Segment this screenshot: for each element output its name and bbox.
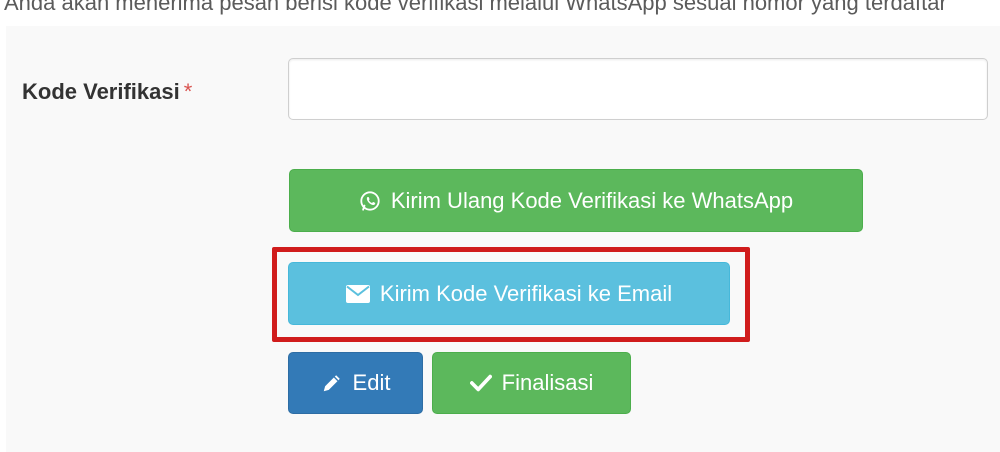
send-email-label: Kirim Kode Verifikasi ke Email bbox=[379, 280, 673, 306]
verification-code-input[interactable] bbox=[288, 58, 988, 120]
finalize-button[interactable]: Finalisasi bbox=[432, 352, 631, 414]
edit-label: Edit bbox=[352, 370, 391, 395]
send-email-button[interactable]: Kirim Kode Verifikasi ke Email bbox=[288, 262, 730, 325]
resend-whatsapp-label: Kirim Ulang Kode Verifikasi ke WhatsApp bbox=[390, 187, 794, 213]
whatsapp-icon bbox=[359, 190, 381, 212]
verification-code-label: Kode Verifikasi * bbox=[22, 79, 192, 105]
required-marker: * bbox=[183, 79, 193, 104]
edit-button[interactable]: Edit bbox=[288, 352, 423, 414]
resend-whatsapp-button[interactable]: Kirim Ulang Kode Verifikasi ke WhatsApp bbox=[289, 169, 863, 232]
checkmark-icon bbox=[469, 373, 492, 393]
finalize-label: Finalisasi bbox=[501, 370, 594, 395]
verification-code-label-text: Kode Verifikasi bbox=[22, 79, 180, 104]
pencil-icon bbox=[321, 372, 343, 394]
envelope-icon bbox=[345, 284, 370, 303]
top-instruction-text: Anda akan menerima pesan berisi kode ver… bbox=[4, 0, 947, 15]
